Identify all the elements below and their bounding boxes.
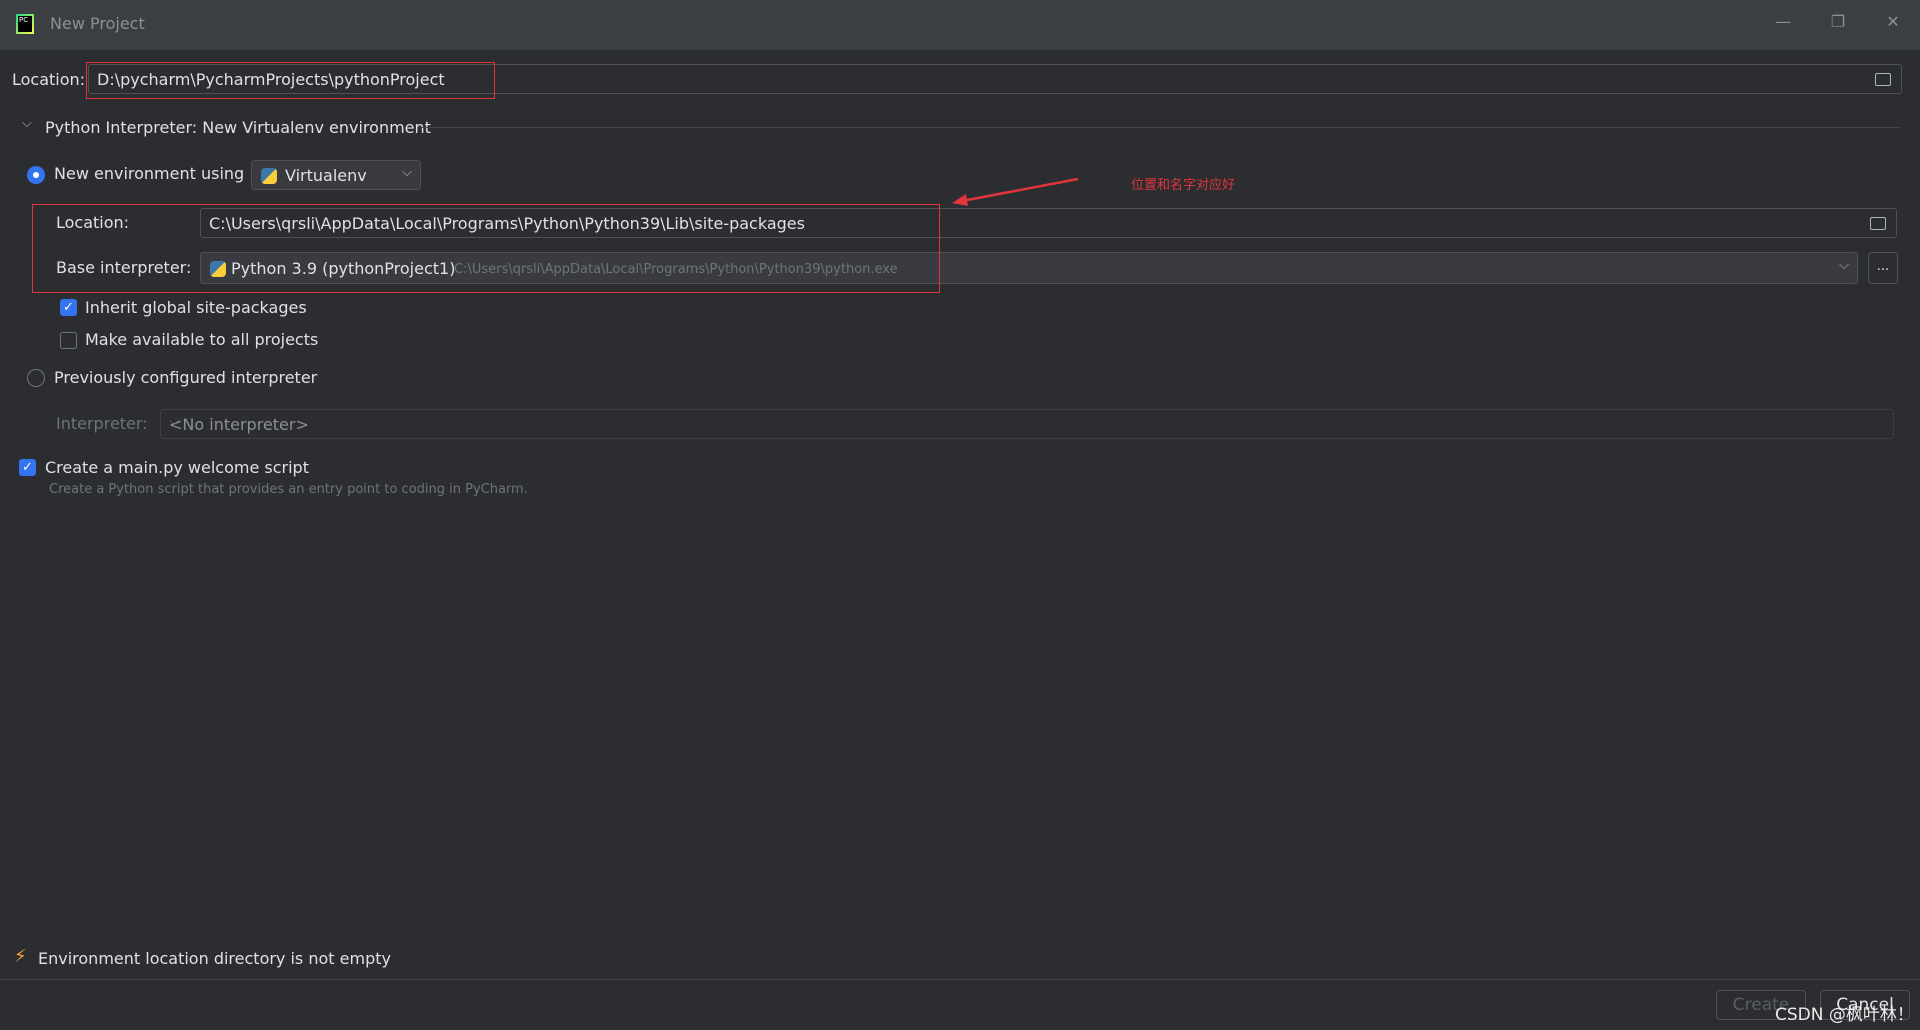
previous-interpreter-label: Previously configured interpreter (54, 368, 318, 387)
close-button[interactable]: ✕ (1878, 12, 1908, 31)
new-environment-radio[interactable] (27, 166, 45, 184)
lightning-icon: ⚡ (14, 946, 27, 967)
folder-icon[interactable] (1875, 73, 1891, 86)
browse-interpreter-button[interactable]: ... (1868, 252, 1898, 284)
title-bar (0, 0, 1920, 50)
annotation-box (86, 62, 495, 99)
new-environment-label: New environment using (54, 164, 245, 183)
project-location-label: Location: (12, 70, 86, 89)
make-available-label: Make available to all projects (85, 330, 319, 349)
annotation-arrow (952, 177, 1079, 206)
annotation-text: 位置和名字对应好 (1131, 178, 1236, 193)
welcome-script-checkbox[interactable]: ✓ (19, 459, 36, 476)
restore-button[interactable]: ❐ (1823, 12, 1853, 31)
chevron-down-icon[interactable]: ⌵ (22, 116, 32, 131)
welcome-script-description: Create a Python script that provides an … (49, 482, 528, 497)
folder-icon[interactable] (1870, 217, 1886, 230)
make-available-checkbox[interactable] (60, 332, 77, 349)
inherit-label: Inherit global site-packages (85, 298, 307, 317)
annotation-box (32, 204, 940, 293)
chevron-down-icon: ⌵ (169, 414, 179, 429)
chevron-down-icon: ⌵ (1839, 258, 1849, 273)
virtualenv-icon (261, 168, 277, 184)
pycharm-logo-icon: PC (16, 14, 34, 34)
inherit-checkbox[interactable]: ✓ (60, 299, 77, 316)
chevron-down-icon: ⌵ (402, 165, 412, 180)
window-title: New Project (50, 14, 145, 33)
welcome-script-label: Create a main.py welcome script (45, 458, 309, 477)
interpreter-label: Interpreter: (56, 414, 148, 433)
previous-interpreter-radio[interactable] (27, 369, 45, 387)
interpreter-dropdown[interactable]: <No interpreter> ⌵ (160, 409, 1894, 439)
minimize-button[interactable]: — (1768, 12, 1798, 31)
section-divider (420, 127, 1900, 128)
section-title[interactable]: Python Interpreter: New Virtualenv envir… (45, 118, 431, 137)
footer-divider (0, 979, 1920, 980)
environment-tool-value: Virtualenv (285, 166, 367, 185)
watermark: CSDN @枫叶林！ (1775, 1005, 1914, 1025)
warning-text: Environment location directory is not em… (38, 949, 391, 968)
environment-tool-dropdown[interactable]: Virtualenv ⌵ (251, 160, 421, 190)
